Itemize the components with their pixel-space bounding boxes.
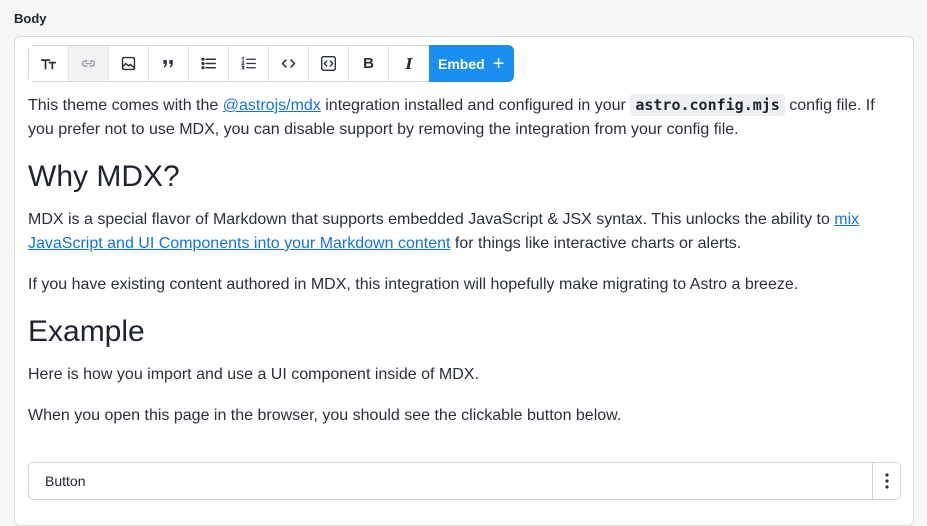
component-label: Button [45, 473, 86, 489]
vertical-dots-icon [884, 473, 889, 489]
bold-button[interactable]: B [349, 46, 389, 81]
heading-why-mdx: Why MDX? [28, 160, 180, 193]
paragraph-migration: If you have existing content authored in… [28, 276, 799, 293]
code-block-icon [321, 56, 336, 71]
link-icon [81, 60, 96, 67]
code-block-button[interactable] [309, 46, 349, 81]
astrojs-mdx-link[interactable]: @astrojs/mdx [223, 97, 321, 114]
editor-toolbar: B I Embed + [28, 45, 515, 82]
paragraph-intro: This theme comes with the @astrojs/mdx i… [28, 93, 898, 142]
bulleted-list-icon [201, 57, 217, 70]
paragraph-open-page: When you open this page in the browser, … [28, 407, 622, 424]
rich-text-editor[interactable]: B I Embed + This theme comes with the @a… [14, 36, 914, 526]
paragraph-mdx-description: MDX is a special flavor of Markdown that… [28, 208, 898, 256]
quote-icon [163, 60, 173, 68]
text: This theme comes with the [28, 97, 223, 114]
text-size-icon [40, 59, 57, 70]
numbered-list-icon [241, 56, 256, 70]
quote-button[interactable] [149, 46, 189, 81]
embedded-component-button[interactable]: Button [28, 462, 901, 500]
image-icon [121, 56, 136, 71]
text: MDX is a special flavor of Markdown that… [28, 211, 835, 228]
paragraph-import: Here is how you import and use a UI comp… [28, 366, 479, 383]
code-icon [281, 59, 296, 68]
field-label-body: Body [14, 11, 47, 26]
numbered-list-button[interactable] [229, 46, 269, 81]
heading-example: Example [28, 315, 145, 348]
text: for things like interactive charts or al… [450, 235, 742, 252]
embed-button-label: Embed [438, 55, 485, 72]
inline-code: astro.config.mjs [630, 94, 785, 116]
component-menu-button[interactable] [872, 463, 900, 499]
text: integration installed and configured in … [320, 97, 631, 114]
bulleted-list-button[interactable] [189, 46, 229, 81]
code-button[interactable] [269, 46, 309, 81]
editor-content[interactable]: This theme comes with the @astrojs/mdx i… [28, 93, 898, 445]
headings-button[interactable] [29, 46, 69, 81]
image-button[interactable] [109, 46, 149, 81]
embed-button[interactable]: Embed + [429, 45, 515, 82]
plus-icon: + [492, 52, 505, 75]
link-button[interactable] [69, 46, 109, 81]
italic-button[interactable]: I [389, 46, 429, 81]
